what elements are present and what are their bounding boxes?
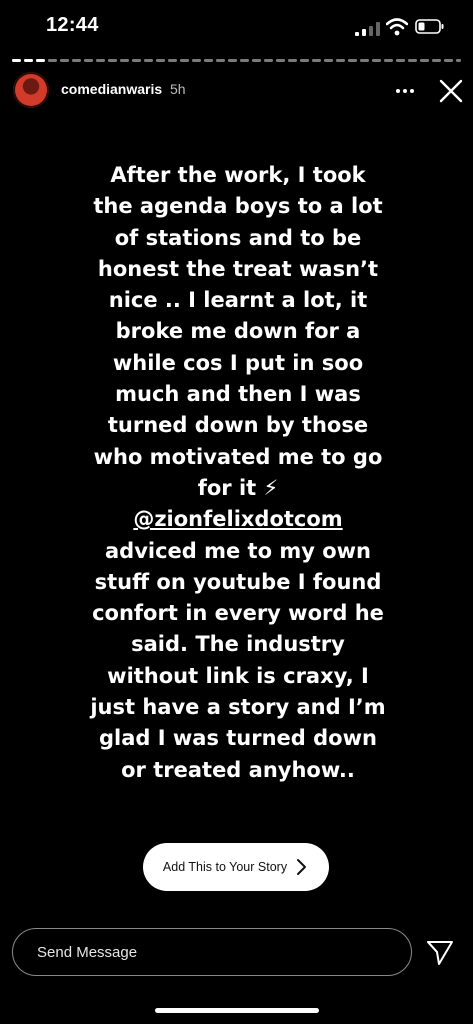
send-message-input[interactable]: Send Message	[12, 928, 412, 976]
progress-segment	[396, 59, 405, 62]
avatar[interactable]	[13, 72, 49, 108]
progress-segment	[12, 59, 21, 62]
progress-segment	[60, 59, 69, 62]
progress-segment	[216, 59, 225, 62]
story-text-part-2: adviced me to my own stuff on youtube I …	[90, 538, 386, 782]
progress-segment	[276, 59, 285, 62]
progress-segment	[120, 59, 129, 62]
status-time: 12:44	[46, 14, 99, 36]
username[interactable]: comedianwaris	[61, 81, 162, 97]
progress-segment	[288, 59, 297, 62]
progress-segment	[408, 59, 417, 62]
progress-segment	[36, 59, 45, 62]
chevron-right-icon	[297, 859, 307, 875]
cellular-signal-icon	[355, 22, 380, 36]
progress-segment	[192, 59, 201, 62]
progress-segment	[384, 59, 393, 62]
progress-segment	[444, 59, 453, 62]
home-indicator	[155, 1008, 319, 1013]
status-bar: 12:44	[0, 0, 473, 54]
progress-segment	[324, 59, 333, 62]
battery-icon	[415, 19, 444, 34]
send-message-placeholder: Send Message	[37, 943, 138, 961]
wifi-icon	[386, 18, 408, 36]
progress-segment	[168, 59, 177, 62]
add-to-story-button[interactable]: Add This to Your Story	[143, 843, 329, 891]
paper-plane-icon[interactable]	[426, 940, 454, 966]
progress-segment	[336, 59, 345, 62]
add-to-story-label: Add This to Your Story	[162, 860, 288, 874]
progress-segment	[312, 59, 321, 62]
story-text: After the work, I took the agenda boys t…	[80, 160, 396, 786]
progress-segment	[240, 59, 249, 62]
progress-segment	[84, 59, 93, 62]
more-horizontal-icon[interactable]	[392, 78, 418, 104]
progress-segment	[360, 59, 369, 62]
story-header: comedianwaris 5h	[0, 70, 473, 112]
progress-segment	[72, 59, 81, 62]
progress-segment	[204, 59, 213, 62]
progress-segment	[24, 59, 33, 62]
progress-segment	[252, 59, 261, 62]
progress-segment	[108, 59, 117, 62]
close-icon[interactable]	[436, 76, 466, 106]
progress-segment	[144, 59, 153, 62]
progress-segment	[300, 59, 309, 62]
story-progress-bar	[12, 59, 461, 62]
progress-segment	[228, 59, 237, 62]
story-text-part-1: After the work, I took the agenda boys t…	[93, 163, 383, 500]
progress-segment	[96, 59, 105, 62]
progress-segment	[180, 59, 189, 62]
progress-segment	[48, 59, 57, 62]
progress-segment	[264, 59, 273, 62]
progress-segment	[348, 59, 357, 62]
posted-time: 5h	[170, 81, 186, 97]
progress-segment	[156, 59, 165, 62]
progress-segment	[432, 59, 441, 62]
progress-segment	[456, 59, 461, 62]
mention-link[interactable]: @zionfelixdotcom	[133, 507, 342, 531]
progress-segment	[372, 59, 381, 62]
progress-segment	[420, 59, 429, 62]
progress-segment	[132, 59, 141, 62]
